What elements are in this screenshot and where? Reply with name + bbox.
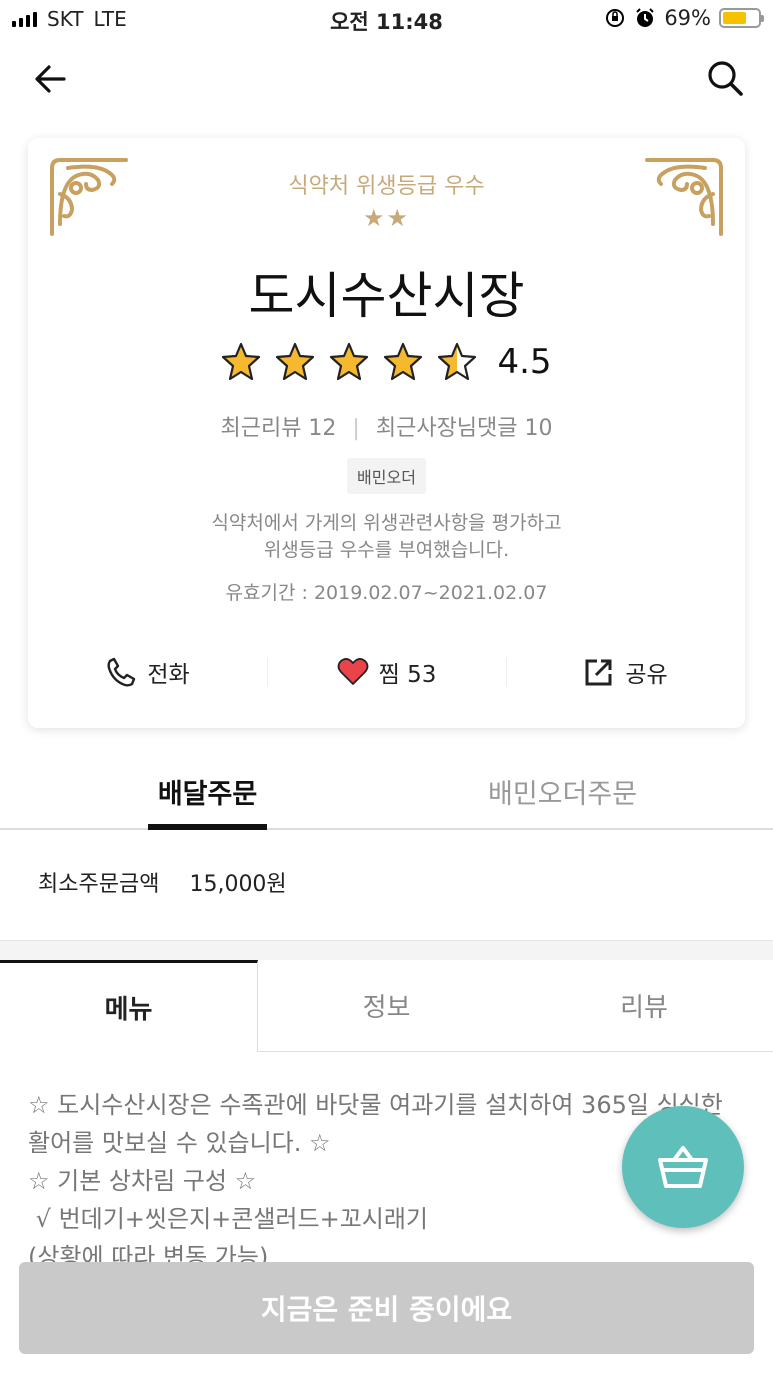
call-button[interactable]: 전화: [28, 650, 267, 694]
owner-replies-link[interactable]: 최근사장님댓글 10: [376, 416, 553, 441]
share-button[interactable]: 공유: [506, 650, 745, 694]
search-icon[interactable]: [705, 58, 745, 98]
section-divider: [0, 940, 773, 960]
content-tabs: 메뉴 정보 리뷰: [0, 960, 773, 1052]
hygiene-description: 식약처에서 가게의 위생관련사항을 평가하고 위생등급 우수를 부여했습니다.: [28, 510, 745, 564]
order-button[interactable]: 지금은 준비 중이에요: [19, 1262, 754, 1354]
call-label: 전화: [147, 662, 190, 688]
rating-star-icon: [330, 342, 369, 381]
alarm-icon: [636, 8, 655, 27]
battery-icon: [719, 8, 764, 28]
baemin-order-tag: 배민오더: [347, 458, 426, 494]
divider: |: [352, 416, 360, 441]
status-bar: SKT LTE 오전 11:48 69%: [0, 0, 773, 40]
hygiene-grade-stars: ★★: [362, 204, 411, 232]
share-label: 공유: [625, 662, 668, 688]
heart-icon: [337, 658, 369, 685]
favorite-label: 찜 53: [378, 662, 437, 688]
rating-row: 4.5: [28, 342, 745, 382]
rating-star-icon: [276, 342, 315, 381]
share-icon: [585, 659, 612, 686]
phone-icon: [107, 657, 136, 687]
hygiene-grade-label: 식약처 위생등급 우수: [288, 174, 485, 199]
rating-star-icon: [438, 342, 477, 381]
tag-row: 배민오더: [28, 458, 745, 494]
orientation-lock-icon: [606, 9, 625, 27]
battery-fill: [723, 12, 747, 24]
description-line: 위생등급 우수를 부여했습니다.: [263, 539, 510, 561]
cart-button[interactable]: [622, 1106, 744, 1228]
min-order-row: 최소주문금액 15,000원: [38, 866, 287, 898]
description-line: 식약처에서 가게의 위생관련사항을 평가하고: [211, 512, 562, 534]
store-card: 식약처 위생등급 우수 ★★ 도시수산시장 4.5 최근리뷰 12 | 최근사장님댓…: [28, 138, 745, 728]
validity-period: 유효기간 : 2019.02.07~2021.02.07: [225, 582, 548, 604]
arrow-left-icon[interactable]: [32, 60, 70, 98]
action-bar: 전화 찜 53 공유: [28, 650, 745, 694]
recent-reviews-link[interactable]: 최근리뷰 12: [220, 416, 336, 441]
review-summary: 최근리뷰 12 | 최근사장님댓글 10: [28, 410, 745, 442]
tab-review[interactable]: 리뷰: [515, 960, 773, 1052]
tab-baemin-order[interactable]: 배민오더주문: [488, 772, 637, 811]
tab-menu[interactable]: 메뉴: [0, 960, 258, 1052]
tab-delivery-order[interactable]: 배달주문: [148, 772, 267, 830]
min-order-label: 최소주문금액: [38, 872, 160, 897]
min-order-value: 15,000원: [189, 872, 287, 897]
battery-percent: 69%: [664, 6, 711, 30]
rating-score: 4.5: [497, 342, 552, 382]
status-right: 69%: [604, 6, 764, 30]
rating-star-icon: [222, 342, 261, 381]
store-name: 도시수산시장: [248, 267, 525, 325]
rating-star-icon: [384, 342, 423, 381]
basket-icon: [658, 1146, 708, 1188]
tab-info[interactable]: 정보: [258, 960, 515, 1052]
favorite-button[interactable]: 찜 53: [267, 650, 506, 694]
order-type-tabs: 배달주문 배민오더주문: [0, 760, 773, 830]
